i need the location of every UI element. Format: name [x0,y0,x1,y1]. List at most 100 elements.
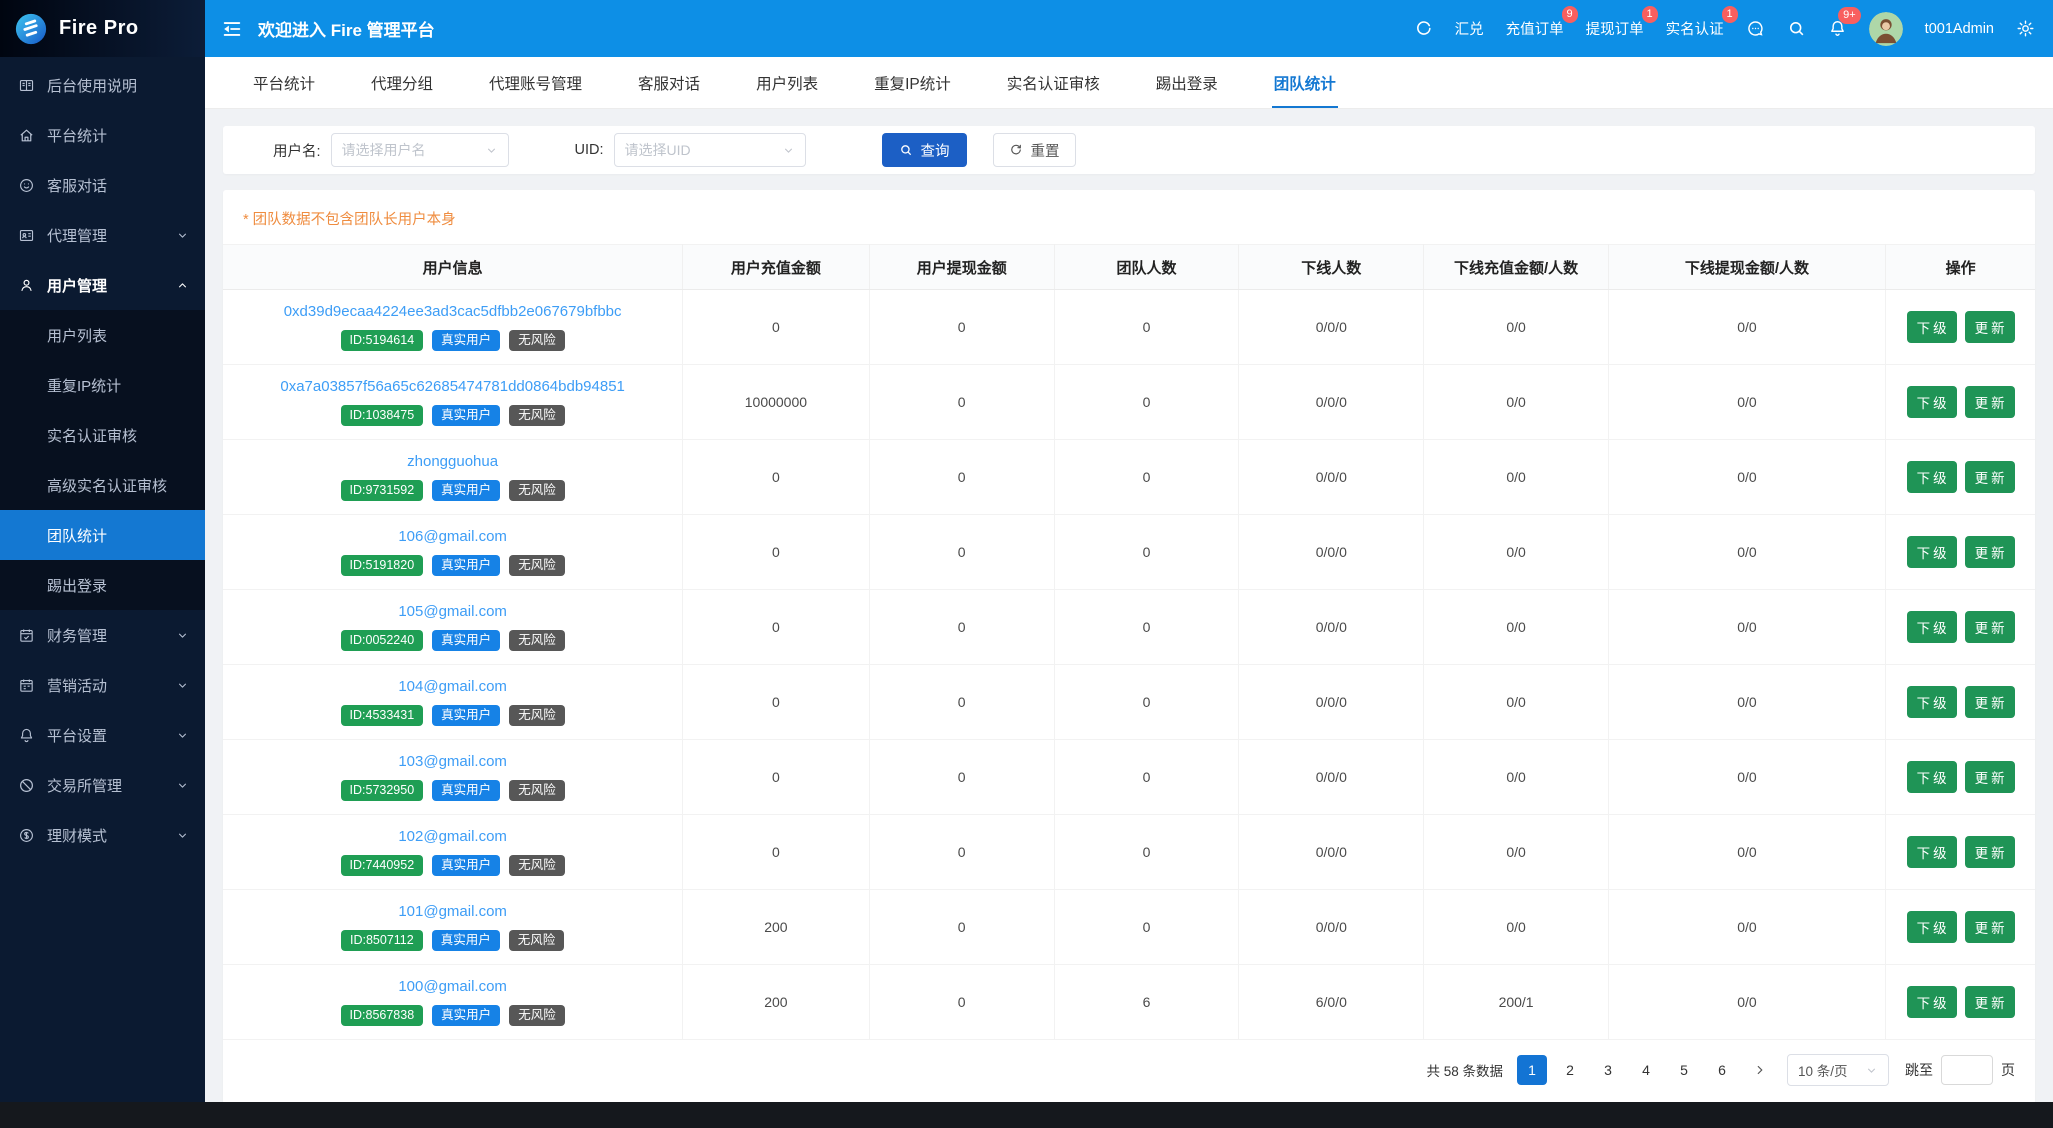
sidebar-item-calendar[interactable]: 营销活动 [0,660,205,710]
query-button[interactable]: 查询 [881,133,967,167]
reset-button[interactable]: 重置 [992,133,1076,167]
tab-1[interactable]: 代理分组 [343,57,461,108]
sidebar-item-agent[interactable]: 代理管理 [0,210,205,260]
cell-value: 0 [772,544,780,560]
page-button-1[interactable]: 1 [1517,1055,1547,1085]
message-icon[interactable] [1746,19,1765,38]
tab-0[interactable]: 平台统计 [225,57,343,108]
uid-select[interactable]: 请选择UID [613,133,806,167]
subordinate-button[interactable]: 下级 [1906,836,1957,868]
user-link[interactable]: 106@gmail.com [223,528,682,545]
tab-2[interactable]: 代理账号管理 [461,57,610,108]
tab-4[interactable]: 用户列表 [728,57,846,108]
user-link[interactable]: 103@gmail.com [223,753,682,770]
sidebar-subitem[interactable]: 团队统计 [0,510,205,560]
withdraw-amount-cell: 0 [869,739,1055,815]
sidebar-item-home[interactable]: 平台统计 [0,110,205,160]
downline-count-cell: 0/0/0 [1238,589,1425,665]
badge-row: ID:8567838 真实用户 无风险 [223,1004,682,1027]
header-nav-exchange[interactable]: 汇兑 [1455,18,1484,39]
user-link[interactable]: 101@gmail.com [223,903,682,920]
update-button[interactable]: 更新 [1964,911,2015,943]
subordinate-button[interactable]: 下级 [1906,311,1957,343]
subordinate-button[interactable]: 下级 [1906,386,1957,418]
user-link[interactable]: 102@gmail.com [223,828,682,845]
user-link[interactable]: 100@gmail.com [223,978,682,995]
downline-recharge-cell: 0/0 [1423,514,1609,590]
agent-icon [18,227,35,244]
sidebar-item-chat[interactable]: 客服对话 [0,160,205,210]
sidebar-item-exchange[interactable]: 交易所管理 [0,760,205,810]
tab-8[interactable]: 团队统计 [1246,57,1364,108]
header-username[interactable]: t001Admin [1925,21,1994,37]
tab-7[interactable]: 踢出登录 [1128,57,1246,108]
subordinate-button[interactable]: 下级 [1906,911,1957,943]
subordinate-button[interactable]: 下级 [1906,761,1957,793]
username-select[interactable]: 请选择用户名 [330,133,509,167]
menu-collapse-icon[interactable] [221,18,243,40]
update-button[interactable]: 更新 [1964,386,2015,418]
cell-value: 0 [957,994,966,1010]
user-link[interactable]: 104@gmail.com [223,678,682,695]
sidebar-item-wealth[interactable]: 理财模式 [0,810,205,860]
tab-5[interactable]: 重复IP统计 [846,57,979,108]
sidebar-item-bell[interactable]: 平台设置 [0,710,205,760]
sidebar-subitem[interactable]: 重复IP统计 [0,360,205,410]
update-button[interactable]: 更新 [1964,311,2015,343]
tab-6[interactable]: 实名认证审核 [979,57,1128,108]
sidebar-item-user[interactable]: 用户管理 [0,260,205,310]
count-badge: 9 [1561,6,1578,23]
subordinate-button[interactable]: 下级 [1906,611,1957,643]
user-link[interactable]: 0xd39d9ecaa4224ee3ad3cac5dfbb2e067679bfb… [223,303,682,320]
user-link[interactable]: 0xa7a03857f56a65c62685474781dd0864bdb948… [223,378,682,395]
page-button-2[interactable]: 2 [1555,1055,1585,1085]
header-nav-withdraw-orders[interactable]: 提现订单 1 [1586,6,1658,39]
subordinate-button[interactable]: 下级 [1906,461,1957,493]
pagination: 共 58 条数据 123456 10 条/页 跳至 页 [223,1040,2035,1102]
table-row: 0xa7a03857f56a65c62685474781dd0864bdb948… [223,364,2035,440]
refresh-icon[interactable] [1414,19,1433,38]
update-button[interactable]: 更新 [1964,686,2015,718]
update-button[interactable]: 更新 [1964,611,2015,643]
cell-value: 0 [957,919,966,935]
page-button-5[interactable]: 5 [1669,1055,1699,1085]
subordinate-button[interactable]: 下级 [1906,686,1957,718]
update-button[interactable]: 更新 [1964,461,2015,493]
update-button[interactable]: 更新 [1964,761,2015,793]
gear-icon[interactable] [2016,19,2035,38]
sidebar-item-manual[interactable]: 后台使用说明 [0,60,205,110]
search-icon[interactable] [1787,19,1806,38]
sidebar-subitem[interactable]: 用户列表 [0,310,205,360]
user-link[interactable]: 105@gmail.com [223,603,682,620]
page-button-6[interactable]: 6 [1707,1055,1737,1085]
user-icon [18,277,35,294]
table-row: 0xd39d9ecaa4224ee3ad3cac5dfbb2e067679bfb… [223,289,2035,365]
avatar[interactable] [1868,11,1903,46]
notification-bell-icon[interactable]: 9+ [1828,7,1861,38]
no-risk-badge: 无风险 [509,629,565,652]
next-page-button[interactable] [1745,1055,1775,1085]
user-link[interactable]: zhongguohua [223,453,682,470]
update-button[interactable]: 更新 [1964,986,2015,1018]
table-row: 102@gmail.com ID:7440952 真实用户 无风险 0 0 0 0/0/0 0/… [223,814,2035,890]
subordinate-button[interactable]: 下级 [1906,536,1957,568]
page-button-4[interactable]: 4 [1631,1055,1661,1085]
finance-icon [18,627,35,644]
page-size-select[interactable]: 10 条/页 [1787,1054,1889,1086]
update-button[interactable]: 更新 [1964,836,2015,868]
actions-cell: 下级 更新 [1885,739,2035,815]
page-button-3[interactable]: 3 [1593,1055,1623,1085]
tab-3[interactable]: 客服对话 [610,57,728,108]
header-nav-recharge-orders[interactable]: 充值订单 9 [1506,6,1578,39]
update-button[interactable]: 更新 [1964,536,2015,568]
cell-value: 0 [957,469,966,485]
header-nav-realname-auth[interactable]: 实名认证 1 [1666,6,1738,39]
sidebar-subitem[interactable]: 高级实名认证审核 [0,460,205,510]
cell-value: 0/0/0 [1315,394,1347,410]
sidebar-subitem[interactable]: 实名认证审核 [0,410,205,460]
jump-page-input[interactable] [1941,1055,1993,1085]
sidebar-subitem[interactable]: 踢出登录 [0,560,205,610]
table-notice: * 团队数据不包含团队长用户本身 [243,212,456,228]
sidebar-item-finance[interactable]: 财务管理 [0,610,205,660]
subordinate-button[interactable]: 下级 [1906,986,1957,1018]
